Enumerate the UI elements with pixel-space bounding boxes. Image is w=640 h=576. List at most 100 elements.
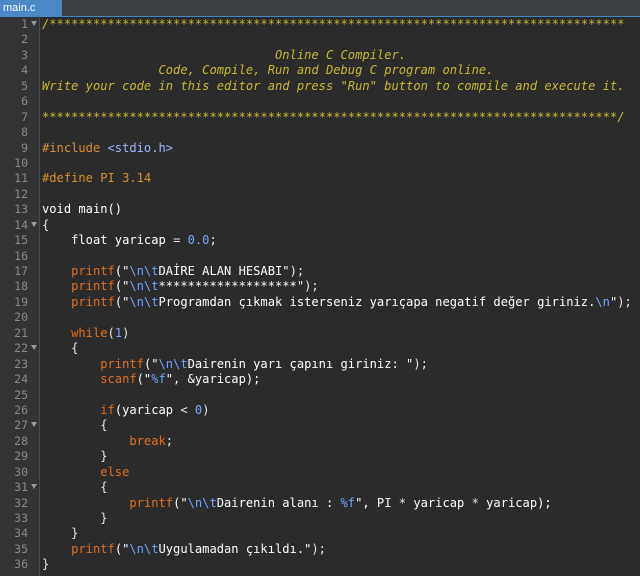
code-line[interactable]: printf("\n\tDairenin alanı : %f", PI * y… — [40, 496, 640, 511]
code-line[interactable]: printf("\n\tUygulamadan çıkıldı."); — [40, 542, 640, 557]
line-number-row: 13 — [0, 202, 39, 217]
code-line[interactable]: { — [40, 480, 640, 495]
code-line[interactable]: printf("\n\tProgramdan çıkmak isterseniz… — [40, 295, 640, 310]
line-number: 36 — [14, 557, 28, 572]
code-line-text: } — [42, 526, 78, 541]
code-line[interactable]: Code, Compile, Run and Debug C program o… — [40, 63, 640, 78]
code-line-text: /***************************************… — [42, 17, 624, 32]
code-token: { — [42, 480, 108, 495]
code-line[interactable]: scanf("%f", &yaricap); — [40, 372, 640, 387]
code-line[interactable]: /***************************************… — [40, 17, 640, 32]
line-number: 35 — [14, 541, 28, 556]
code-token: { — [42, 341, 79, 356]
code-line[interactable]: printf("\n\tDairenin yarı çapını giriniz… — [40, 357, 640, 372]
line-number-row: 19 — [0, 295, 39, 310]
code-token: ", PI — [355, 495, 399, 510]
code-line[interactable]: printf("\n\t*******************"); — [40, 279, 640, 294]
line-number-row: 16 — [0, 249, 39, 264]
fold-arrow-icon[interactable] — [31, 484, 37, 490]
fold-arrow-icon[interactable] — [31, 345, 37, 351]
code-line[interactable]: printf("\n\tDAİRE ALAN HESABI"); — [40, 264, 640, 279]
code-line[interactable]: float yaricap = 0.0; — [40, 233, 640, 248]
code-token: \n\t — [129, 294, 159, 309]
code-line[interactable]: { — [40, 218, 640, 233]
code-line-text: ****************************************… — [42, 110, 624, 125]
code-line[interactable] — [40, 125, 640, 140]
code-token: yaricap); — [486, 495, 552, 510]
code-token: <stdio.h> — [107, 140, 174, 155]
code-token: ( — [107, 325, 115, 340]
code-line[interactable]: #define PI 3.14 — [40, 171, 640, 186]
code-token: *******************" — [158, 279, 305, 294]
code-line[interactable]: { — [40, 418, 640, 433]
code-line-text: printf("\n\t*******************"); — [42, 279, 319, 294]
code-area[interactable]: /***************************************… — [40, 17, 640, 576]
code-line-text: void main() — [42, 202, 122, 217]
line-number-row: 30 — [0, 465, 39, 480]
tab-main-c[interactable]: main.c — [0, 0, 62, 16]
code-line[interactable] — [40, 32, 640, 47]
code-line[interactable] — [40, 249, 640, 264]
line-number: 31 — [14, 480, 28, 495]
code-line[interactable]: else — [40, 465, 640, 480]
code-token: printf — [42, 294, 115, 309]
code-token: ); — [304, 279, 319, 294]
code-token: printf — [42, 264, 115, 278]
code-line[interactable]: } — [40, 449, 640, 464]
line-number-row: 3 — [0, 48, 39, 63]
code-line[interactable]: while(1) — [40, 326, 640, 341]
code-line[interactable]: #include <stdio.h> — [40, 141, 640, 156]
code-line[interactable]: } — [40, 511, 640, 526]
code-token: } — [42, 511, 108, 525]
code-token: yaricap — [413, 495, 472, 510]
code-line[interactable] — [40, 187, 640, 202]
line-number-row: 17 — [0, 264, 39, 279]
code-token: ) — [122, 325, 130, 340]
line-number-row: 8 — [0, 125, 39, 140]
code-line[interactable] — [40, 388, 640, 403]
code-token: (" — [114, 294, 130, 309]
code-line[interactable]: ****************************************… — [40, 110, 640, 125]
code-token: Dairenin alanı : — [216, 495, 341, 510]
line-number: 2 — [21, 32, 28, 47]
code-editor[interactable]: 1 2 3 4 5 6 7 8 9 10 11 12 13 14 15 16 17 18 19 20 21 22 23 24 2… — [0, 17, 640, 576]
code-line[interactable] — [40, 94, 640, 109]
code-line[interactable]: } — [40, 557, 640, 572]
line-number-row: 22 — [0, 341, 39, 356]
line-number-row: 2 — [0, 32, 39, 47]
code-token: %f — [151, 372, 166, 387]
code-line[interactable]: void main() — [40, 202, 640, 217]
code-token: (" — [114, 279, 130, 294]
code-line-text: printf("\n\tProgramdan çıkmak isterseniz… — [42, 295, 632, 310]
code-token: %f — [340, 495, 356, 510]
line-number-row: 31 — [0, 480, 39, 495]
code-token: * — [471, 495, 487, 510]
line-number-row: 25 — [0, 388, 39, 403]
line-number: 6 — [21, 94, 28, 109]
fold-arrow-icon[interactable] — [31, 21, 37, 26]
code-token: \n\t — [158, 356, 188, 371]
code-token: break — [42, 433, 166, 448]
code-line[interactable] — [40, 156, 640, 171]
fold-arrow-icon[interactable] — [31, 221, 37, 227]
code-token: \n — [595, 294, 610, 309]
code-token: Dairenin yarı çapını giriniz: " — [187, 356, 414, 371]
code-line[interactable]: break; — [40, 434, 640, 449]
line-number: 21 — [14, 325, 28, 340]
code-token: ); — [617, 294, 632, 309]
code-token: * — [398, 495, 414, 510]
code-line[interactable]: Online C Compiler. — [40, 48, 640, 63]
line-number: 3 — [21, 47, 28, 62]
line-number-row: 7 — [0, 110, 39, 125]
code-line[interactable]: { — [40, 341, 640, 356]
code-token: Online C Compiler. — [42, 47, 407, 62]
code-token: \n\t — [129, 279, 159, 294]
line-number: 26 — [14, 402, 28, 417]
code-line[interactable] — [40, 310, 640, 325]
code-line[interactable]: Write your code in this editor and press… — [40, 79, 640, 94]
code-line[interactable]: if(yaricap < 0) — [40, 403, 640, 418]
line-number-row: 4 — [0, 63, 39, 78]
fold-arrow-icon[interactable] — [31, 422, 37, 428]
code-line[interactable]: } — [40, 526, 640, 541]
line-number: 5 — [21, 78, 28, 93]
